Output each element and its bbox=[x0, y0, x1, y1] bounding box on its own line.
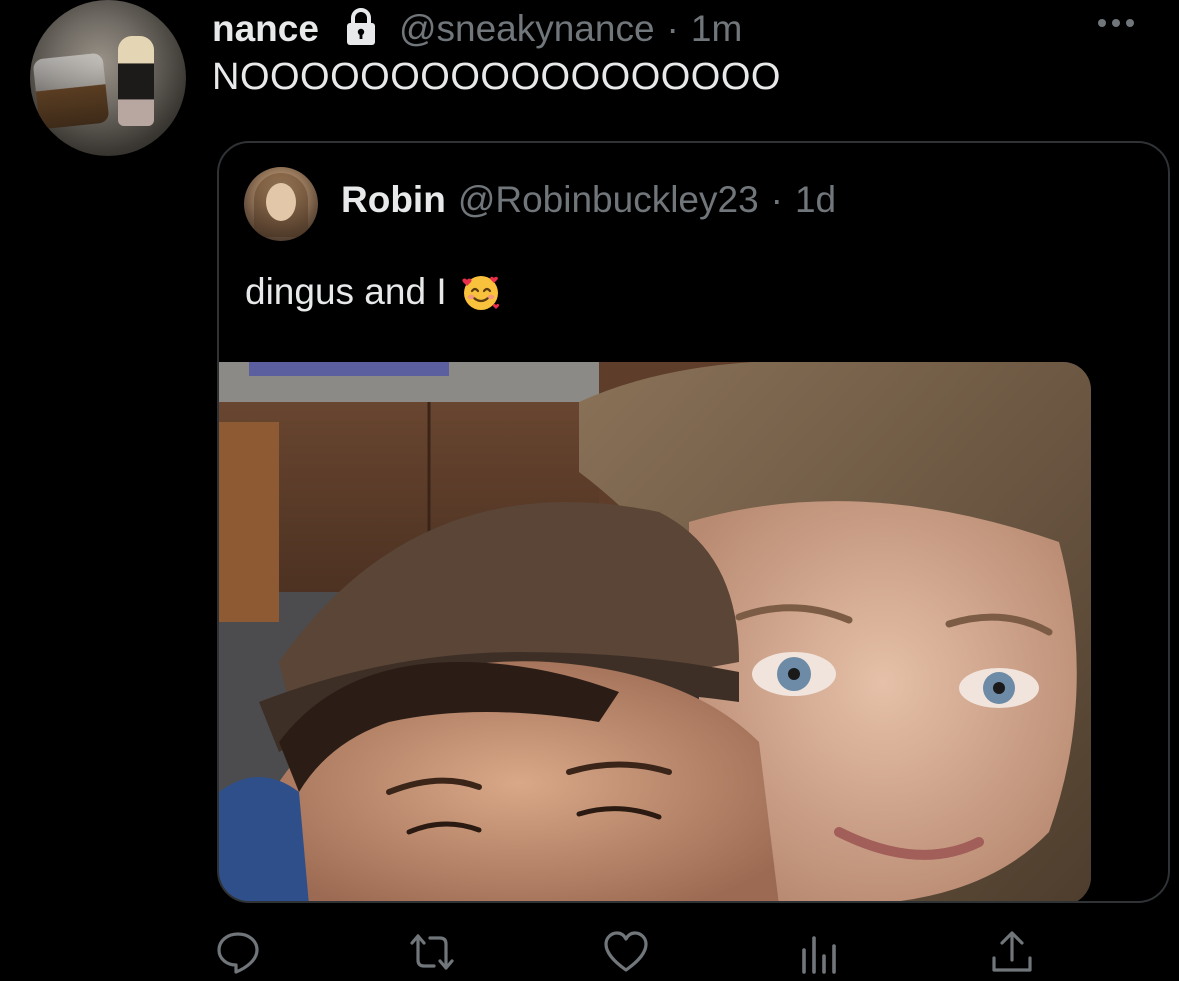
quoted-tweet-text-row: dingus and I bbox=[245, 271, 501, 313]
like-icon[interactable] bbox=[602, 928, 650, 976]
quoted-tweet-card[interactable]: Robin @Robinbuckley23 · 1d dingus and I bbox=[217, 141, 1170, 903]
tweet-action-bar bbox=[0, 928, 1179, 978]
more-options-icon[interactable] bbox=[1096, 16, 1136, 30]
quoted-author-display-name[interactable]: Robin bbox=[341, 179, 446, 221]
quoted-tweet-header: Robin @Robinbuckley23 · 1d bbox=[341, 179, 836, 221]
header-separator: · bbox=[666, 8, 679, 49]
analytics-icon[interactable] bbox=[796, 928, 844, 976]
quoted-author-avatar[interactable] bbox=[244, 167, 318, 241]
quoted-tweet-timestamp[interactable]: 1d bbox=[795, 179, 836, 221]
share-icon[interactable] bbox=[988, 928, 1036, 976]
tweet-timestamp[interactable]: 1m bbox=[691, 8, 742, 50]
tweet[interactable]: nance @sneakynance · 1m NOOOOOOOOOOOOOOO… bbox=[0, 0, 1179, 981]
tweet-text: NOOOOOOOOOOOOOOOOOO bbox=[212, 56, 781, 98]
quoted-tweet-photo[interactable] bbox=[219, 362, 1091, 901]
avatar-doll-shape bbox=[118, 36, 154, 126]
smiling-face-with-hearts-icon bbox=[461, 272, 501, 312]
retweet-icon[interactable] bbox=[408, 928, 456, 976]
author-display-name[interactable]: nance bbox=[212, 8, 319, 50]
reply-icon[interactable] bbox=[214, 928, 262, 976]
avatar-cup-shape bbox=[32, 52, 110, 130]
quoted-author-handle[interactable]: @Robinbuckley23 bbox=[458, 179, 759, 221]
author-handle[interactable]: @sneakynance bbox=[399, 8, 655, 50]
lock-icon bbox=[341, 7, 381, 47]
quoted-header-separator: · bbox=[770, 179, 783, 220]
tweet-header: nance @sneakynance · 1m bbox=[212, 4, 742, 54]
quoted-tweet-text: dingus and I bbox=[245, 271, 447, 312]
quoted-avatar-face-shape bbox=[266, 183, 296, 221]
author-avatar[interactable] bbox=[30, 0, 186, 156]
